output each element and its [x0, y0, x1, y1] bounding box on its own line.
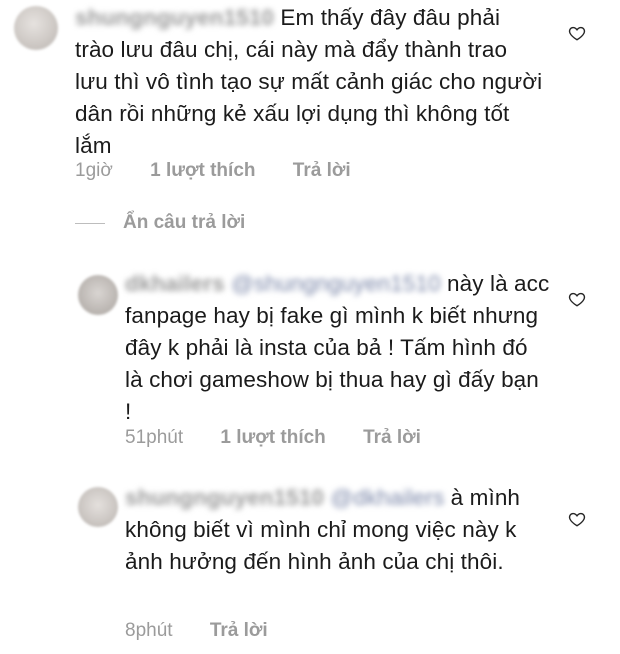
- comment-time: 51phút: [125, 427, 184, 448]
- username[interactable]: dkhailers: [125, 271, 225, 296]
- reply-button[interactable]: Trả lời: [210, 620, 268, 641]
- heart-outline-icon[interactable]: [568, 510, 586, 528]
- heart-outline-icon[interactable]: [568, 24, 586, 42]
- comment-time: 8phút: [125, 620, 173, 641]
- comment-body: shungnguyen1510 Em thấy đây đâu phải trà…: [75, 2, 545, 162]
- comment-meta: 1giờ 1 lượt thích Trả lời: [75, 160, 383, 182]
- like-count[interactable]: 1 lượt thích: [150, 160, 255, 181]
- reply-button[interactable]: Trả lời: [363, 427, 421, 448]
- comment-time: 1giờ: [75, 160, 113, 181]
- avatar[interactable]: [78, 275, 118, 315]
- heart-outline-icon[interactable]: [568, 290, 586, 308]
- comment-meta: 8phút Trả lời: [125, 620, 300, 642]
- username[interactable]: shungnguyen1510: [75, 5, 274, 30]
- mention-link[interactable]: @dkhailers: [330, 485, 444, 510]
- avatar[interactable]: [78, 487, 118, 527]
- mention-link[interactable]: @shungnguyen1510: [231, 271, 441, 296]
- reply-button[interactable]: Trả lời: [293, 160, 351, 181]
- comment-meta: 51phút 1 lượt thích Trả lời: [125, 427, 453, 449]
- comment-body: shungnguyen1510 @dkhailers à mình không …: [125, 482, 525, 578]
- comment-body: dkhailers @shungnguyen1510 này là acc fa…: [125, 268, 550, 428]
- hide-replies-button[interactable]: Ẩn câu trả lời: [75, 212, 245, 234]
- hide-replies-label: Ẩn câu trả lời: [123, 212, 246, 233]
- avatar[interactable]: [14, 6, 58, 50]
- like-count[interactable]: 1 lượt thích: [220, 427, 325, 448]
- username[interactable]: shungnguyen1510: [125, 485, 324, 510]
- divider-line: [75, 222, 105, 224]
